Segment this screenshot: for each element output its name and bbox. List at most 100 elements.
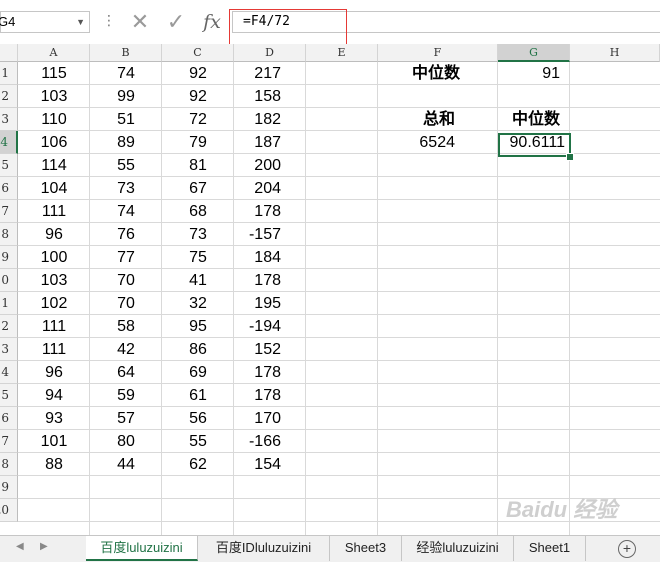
sheet-tab-5[interactable]: Sheet1 (514, 536, 586, 561)
sheet-tab-4[interactable]: 经验luluzuizini (402, 536, 514, 561)
row-header-14[interactable]: 14 (0, 361, 18, 384)
cell-d10[interactable]: 178 (234, 269, 284, 292)
spreadsheet-grid[interactable]: A B C D E F G H 123456789101112131415161… (0, 44, 660, 535)
cell-g1[interactable]: 91 (498, 62, 563, 85)
cell-d12[interactable]: -194 (234, 315, 284, 338)
cell-b4[interactable]: 89 (90, 131, 162, 154)
cell-d5[interactable]: 200 (234, 154, 284, 177)
row-header-9[interactable]: 9 (0, 246, 18, 269)
cell-d18[interactable]: 154 (234, 453, 284, 476)
cell-b12[interactable]: 58 (90, 315, 162, 338)
cell-b2[interactable]: 99 (90, 85, 162, 108)
cell-a2[interactable]: 103 (18, 85, 90, 108)
cell-d14[interactable]: 178 (234, 361, 284, 384)
sheet-tab-2[interactable]: 百度IDluluzuizini (198, 536, 330, 561)
row-header-15[interactable]: 15 (0, 384, 18, 407)
row-header-4[interactable]: 4 (0, 131, 18, 154)
cell-c3[interactable]: 72 (162, 108, 234, 131)
column-header-a[interactable]: A (18, 44, 90, 62)
cell-b15[interactable]: 59 (90, 384, 162, 407)
row-header-18[interactable]: 18 (0, 453, 18, 476)
sheet-tab-3[interactable]: Sheet3 (330, 536, 402, 561)
cell-g3[interactable]: 中位数 (498, 108, 563, 131)
cell-a13[interactable]: 111 (18, 338, 90, 361)
cell-c18[interactable]: 62 (162, 453, 234, 476)
row-header-2[interactable]: 2 (0, 85, 18, 108)
cell-a6[interactable]: 104 (18, 177, 90, 200)
row-header-5[interactable]: 5 (0, 154, 18, 177)
next-sheet-icon[interactable]: ▶ (40, 541, 48, 552)
cell-b8[interactable]: 76 (90, 223, 162, 246)
cell-a4[interactable]: 106 (18, 131, 90, 154)
cell-d15[interactable]: 178 (234, 384, 284, 407)
cell-b6[interactable]: 73 (90, 177, 162, 200)
cell-b13[interactable]: 42 (90, 338, 162, 361)
cell-d2[interactable]: 158 (234, 85, 284, 108)
select-all-corner[interactable] (0, 44, 18, 62)
row-header-13[interactable]: 13 (0, 338, 18, 361)
cell-a10[interactable]: 103 (18, 269, 90, 292)
cell-d17[interactable]: -166 (234, 430, 284, 453)
cell-b9[interactable]: 77 (90, 246, 162, 269)
cell-d16[interactable]: 170 (234, 407, 284, 430)
cell-c15[interactable]: 61 (162, 384, 234, 407)
cell-c16[interactable]: 56 (162, 407, 234, 430)
row-header-11[interactable]: 11 (0, 292, 18, 315)
name-box[interactable]: G4 ▼ (0, 11, 90, 33)
cell-b11[interactable]: 70 (90, 292, 162, 315)
cell-c13[interactable]: 86 (162, 338, 234, 361)
cell-a3[interactable]: 110 (18, 108, 90, 131)
more-options-icon[interactable]: ⋮ (102, 12, 116, 29)
prev-sheet-icon[interactable]: ◀ (16, 541, 24, 552)
column-header-g[interactable]: G (498, 44, 570, 62)
cell-b17[interactable]: 80 (90, 430, 162, 453)
row-header-16[interactable]: 16 (0, 407, 18, 430)
cell-c17[interactable]: 55 (162, 430, 234, 453)
cell-d3[interactable]: 182 (234, 108, 284, 131)
column-header-c[interactable]: C (162, 44, 234, 62)
cell-d7[interactable]: 178 (234, 200, 284, 223)
fill-handle[interactable] (566, 153, 574, 161)
cell-c7[interactable]: 68 (162, 200, 234, 223)
row-header-6[interactable]: 6 (0, 177, 18, 200)
cell-d4[interactable]: 187 (234, 131, 284, 154)
cell-d13[interactable]: 152 (234, 338, 284, 361)
row-header-17[interactable]: 17 (0, 430, 18, 453)
cell-a5[interactable]: 114 (18, 154, 90, 177)
cell-d6[interactable]: 204 (234, 177, 284, 200)
cell-f4[interactable]: 6524 (378, 131, 458, 154)
cell-f3[interactable]: 总和 (378, 108, 458, 131)
sheet-tab-1[interactable]: 百度luluzuizini (86, 536, 198, 561)
cell-c1[interactable]: 92 (162, 62, 234, 85)
cell-a12[interactable]: 111 (18, 315, 90, 338)
row-header-19[interactable]: 19 (0, 476, 18, 499)
cell-c6[interactable]: 67 (162, 177, 234, 200)
cell-c8[interactable]: 73 (162, 223, 234, 246)
cell-b5[interactable]: 55 (90, 154, 162, 177)
cell-a7[interactable]: 111 (18, 200, 90, 223)
name-box-dropdown-icon[interactable]: ▼ (76, 12, 85, 32)
cell-a1[interactable]: 115 (18, 62, 90, 85)
cell-a17[interactable]: 101 (18, 430, 90, 453)
cell-a11[interactable]: 102 (18, 292, 90, 315)
cell-a14[interactable]: 96 (18, 361, 90, 384)
cell-c2[interactable]: 92 (162, 85, 234, 108)
cell-f1[interactable]: 中位数 (378, 62, 463, 85)
cell-d1[interactable]: 217 (234, 62, 284, 85)
add-sheet-icon[interactable]: + (618, 540, 636, 558)
cell-b10[interactable]: 70 (90, 269, 162, 292)
row-header-8[interactable]: 8 (0, 223, 18, 246)
cell-c10[interactable]: 41 (162, 269, 234, 292)
row-header-10[interactable]: 10 (0, 269, 18, 292)
row-header-3[interactable]: 3 (0, 108, 18, 131)
row-header-12[interactable]: 12 (0, 315, 18, 338)
cell-c9[interactable]: 75 (162, 246, 234, 269)
cell-b1[interactable]: 74 (90, 62, 162, 85)
cell-d11[interactable]: 195 (234, 292, 284, 315)
column-header-h[interactable]: H (570, 44, 660, 62)
cell-a16[interactable]: 93 (18, 407, 90, 430)
cell-c5[interactable]: 81 (162, 154, 234, 177)
cell-c4[interactable]: 79 (162, 131, 234, 154)
cell-a9[interactable]: 100 (18, 246, 90, 269)
cell-b18[interactable]: 44 (90, 453, 162, 476)
